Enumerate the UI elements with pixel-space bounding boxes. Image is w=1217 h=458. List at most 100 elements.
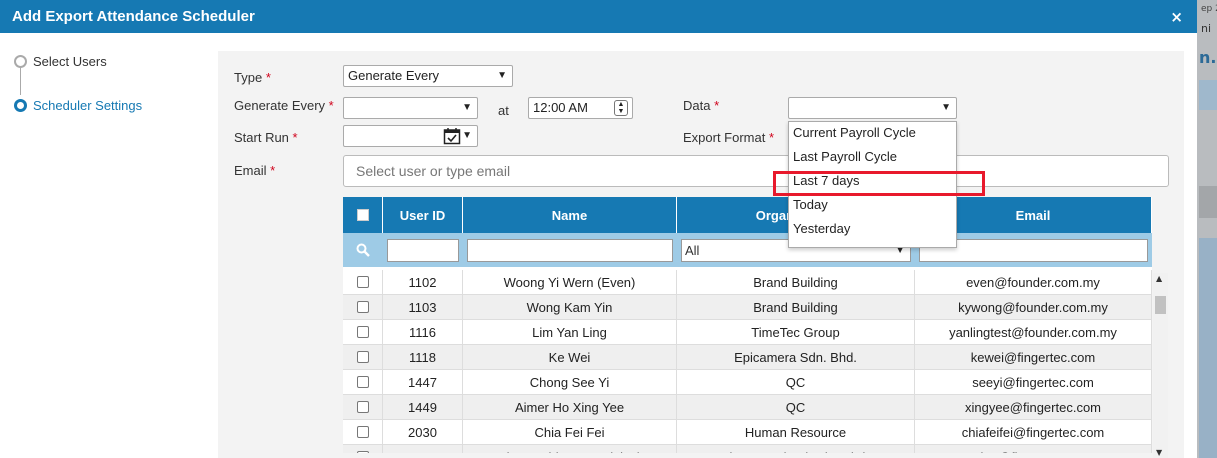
filter-name-input[interactable]: [467, 238, 673, 262]
email-input[interactable]: Select user or type email: [343, 155, 1169, 187]
cell-name: Woong Yi Wern (Even): [463, 270, 677, 294]
table-row[interactable]: 2077Chong Ching Teng (Tina)TimeTec Cloud…: [343, 445, 1152, 453]
close-icon[interactable]: ×: [1170, 8, 1183, 26]
table-row[interactable]: 1116 Lim Yan Ling TimeTec Group yanlingtest…: [343, 320, 1152, 345]
table-body: 1102 Woong Yi Wern (Even) Brand Building ev…: [343, 267, 1152, 453]
cell-user-id: 1118: [383, 345, 463, 369]
chevron-down-icon: ▼: [462, 102, 472, 113]
background-heading: n. E: [1199, 48, 1217, 67]
table-header: User ID Name Organization Email: [343, 197, 1152, 233]
background-page: ep 2 ni n. E: [1197, 0, 1217, 458]
chevron-down-icon: ▼: [462, 130, 472, 141]
filter-user-id-input[interactable]: [387, 238, 459, 262]
row-checkbox[interactable]: [356, 401, 369, 413]
column-header-user-id[interactable]: User ID: [383, 197, 463, 233]
background-text: ni: [1201, 22, 1212, 35]
scroll-up-icon[interactable]: ▲: [1156, 274, 1162, 283]
select-all-checkbox[interactable]: [356, 209, 369, 221]
column-header-name[interactable]: Name: [463, 197, 677, 233]
cell-email: even@founder.com.my: [915, 270, 1152, 294]
row-checkbox[interactable]: [356, 426, 369, 438]
row-checkbox-cell: [343, 395, 383, 419]
step-dot-icon: [14, 55, 27, 68]
step-scheduler-settings[interactable]: Scheduler Settings: [14, 98, 142, 113]
step-dot-icon: [14, 99, 27, 112]
row-checkbox-cell: [343, 270, 383, 294]
cell-organization: Human Resource: [677, 420, 915, 444]
at-label: at: [498, 103, 509, 118]
scheduler-modal: Add Export Attendance Scheduler × Select…: [0, 0, 1197, 458]
time-input[interactable]: 12:00 AM ▲ ▼: [528, 97, 633, 119]
table-row[interactable]: 1102 Woong Yi Wern (Even) Brand Building ev…: [343, 270, 1152, 295]
row-checkbox-cell: [343, 295, 383, 319]
row-checkbox-cell: [343, 445, 383, 453]
filter-search-cell: [343, 243, 383, 257]
cell-email: tina@fingertec.com: [915, 445, 1152, 453]
table-row[interactable]: 1447 Chong See Yi QC seeyi@fingertec.com: [343, 370, 1152, 395]
select-all-cell: [343, 197, 383, 233]
chevron-down-icon: ▼: [497, 70, 507, 81]
cell-name: Chong See Yi: [463, 370, 677, 394]
data-select[interactable]: ▼: [788, 97, 957, 119]
cell-email: seeyi@fingertec.com: [915, 370, 1152, 394]
table-row[interactable]: 1103 Wong Kam Yin Brand Building kywong@fou…: [343, 295, 1152, 320]
cell-organization: TimeTec Group: [677, 320, 915, 344]
email-label: Email *: [234, 163, 276, 178]
cell-name: Aimer Ho Xing Yee: [463, 395, 677, 419]
wizard-steps: Select Users Scheduler Settings: [0, 33, 218, 458]
data-label: Data *: [683, 98, 720, 113]
cell-user-id: 1447: [383, 370, 463, 394]
cell-email: chiafeifei@fingertec.com: [915, 420, 1152, 444]
cell-organization: QC: [677, 370, 915, 394]
cell-user-id: 1102: [383, 270, 463, 294]
row-checkbox[interactable]: [356, 276, 369, 288]
cell-user-id: 2030: [383, 420, 463, 444]
step-select-users[interactable]: Select Users: [14, 54, 107, 69]
table-row[interactable]: 1449 Aimer Ho Xing Yee QC xingyee@fingertec…: [343, 395, 1152, 420]
table-row[interactable]: 1118 Ke Wei Epicamera Sdn. Bhd. kewei@finge…: [343, 345, 1152, 370]
start-run-input[interactable]: ▼: [343, 125, 478, 147]
calendar-icon[interactable]: [443, 127, 461, 145]
background-block: [1199, 80, 1217, 110]
cell-email: kywong@founder.com.my: [915, 295, 1152, 319]
data-option-yesterday[interactable]: Yesterday: [789, 218, 956, 242]
cell-name: Chong Ching Teng (Tina): [463, 445, 677, 453]
generate-every-label: Generate Every *: [234, 98, 334, 113]
scroll-down-icon[interactable]: ▼: [1156, 448, 1162, 457]
data-option-last-payroll-cycle[interactable]: Last Payroll Cycle: [789, 146, 956, 170]
row-checkbox[interactable]: [356, 301, 369, 313]
data-option-today[interactable]: Today: [789, 194, 956, 218]
table-scrollbar[interactable]: ▲ ▼: [1153, 273, 1168, 458]
cell-user-id: 2077: [383, 445, 463, 453]
row-checkbox[interactable]: [356, 326, 369, 338]
cell-organization: QC: [677, 395, 915, 419]
generate-every-select[interactable]: ▼: [343, 97, 478, 119]
cell-name: Wong Kam Yin: [463, 295, 677, 319]
users-table: User ID Name Organization Email All▼: [343, 197, 1152, 453]
modal-title: Add Export Attendance Scheduler: [12, 8, 255, 25]
row-checkbox[interactable]: [356, 451, 369, 453]
step-label: Select Users: [33, 54, 107, 69]
type-label: Type *: [234, 70, 271, 85]
row-checkbox[interactable]: [356, 376, 369, 388]
search-icon: [356, 243, 370, 257]
start-run-label: Start Run *: [234, 130, 298, 145]
background-text: ep 2: [1201, 4, 1217, 14]
type-select[interactable]: Generate Every ▼: [343, 65, 513, 87]
row-checkbox-cell: [343, 420, 383, 444]
cell-user-id: 1449: [383, 395, 463, 419]
highlight-box: [773, 171, 985, 196]
time-spinner-icon[interactable]: ▲ ▼: [614, 100, 628, 116]
data-option-current-payroll-cycle[interactable]: Current Payroll Cycle: [789, 122, 956, 146]
cell-organization: Brand Building: [677, 270, 915, 294]
row-checkbox[interactable]: [356, 351, 369, 363]
scrollbar-thumb[interactable]: [1155, 296, 1166, 314]
cell-name: Chia Fei Fei: [463, 420, 677, 444]
cell-user-id: 1116: [383, 320, 463, 344]
cell-email: xingyee@fingertec.com: [915, 395, 1152, 419]
cell-email: yanlingtest@founder.com.my: [915, 320, 1152, 344]
background-block: [1199, 186, 1217, 218]
background-block: [1199, 238, 1217, 458]
row-checkbox-cell: [343, 345, 383, 369]
table-row[interactable]: 2030 Chia Fei Fei Human Resource chiafeifei…: [343, 420, 1152, 445]
